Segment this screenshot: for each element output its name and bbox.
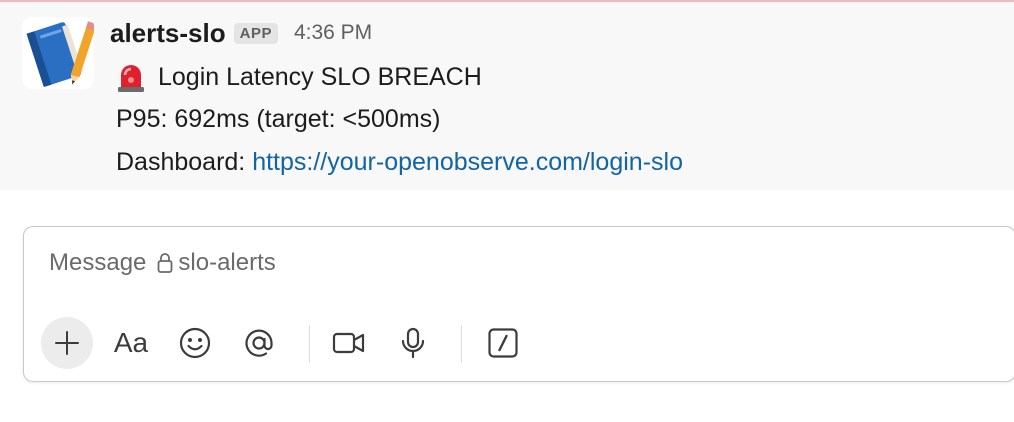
at-icon (245, 329, 273, 357)
microphone-button[interactable] (387, 317, 439, 369)
mention-button[interactable] (233, 317, 285, 369)
app-badge: APP (233, 22, 278, 44)
bot-avatar[interactable] (22, 17, 94, 89)
dashboard-label: Dashboard: (116, 148, 253, 176)
message-header: alerts-slo APP 4:36 PM (110, 15, 372, 51)
dashboard-line: Dashboard: https://your-openobserve.com/… (116, 148, 683, 177)
smile-icon (179, 327, 211, 359)
message-placeholder: Message (49, 249, 147, 276)
alert-title: Login Latency SLO BREACH (158, 62, 482, 91)
message-timestamp[interactable]: 4:36 PM (294, 21, 372, 45)
emoji-button[interactable] (169, 317, 221, 369)
message-composer[interactable]: Message slo-alerts Aa (23, 226, 1014, 382)
toolbar-separator (309, 325, 310, 363)
formatting-label: Aa (113, 327, 149, 358)
alert-metric: P95: 692ms (target: <500ms) (116, 105, 441, 133)
video-button[interactable] (323, 317, 375, 369)
attach-button[interactable] (41, 317, 93, 369)
lock-icon (157, 253, 173, 273)
message-input[interactable]: Message slo-alerts (49, 249, 276, 277)
composer-toolbar: Aa (41, 317, 561, 373)
sender-name[interactable]: alerts-slo (110, 18, 226, 49)
book-pencil-avatar-icon (26, 21, 94, 88)
shortcuts-button[interactable] (477, 317, 529, 369)
message-row[interactable]: alerts-slo APP 4:36 PM Login Latency SLO… (0, 2, 1014, 190)
slash-command-icon (488, 328, 518, 358)
channel-name: slo-alerts (178, 249, 276, 276)
alert-title-line: Login Latency SLO BREACH (116, 61, 482, 93)
formatting-button[interactable]: Aa (105, 317, 157, 369)
video-icon (332, 332, 365, 354)
plus-icon (55, 331, 79, 355)
dashboard-link[interactable]: https://your-openobserve.com/login-slo (252, 148, 683, 176)
rotating-light-icon (118, 65, 144, 92)
microphone-icon (401, 327, 425, 359)
toolbar-separator (461, 325, 462, 363)
